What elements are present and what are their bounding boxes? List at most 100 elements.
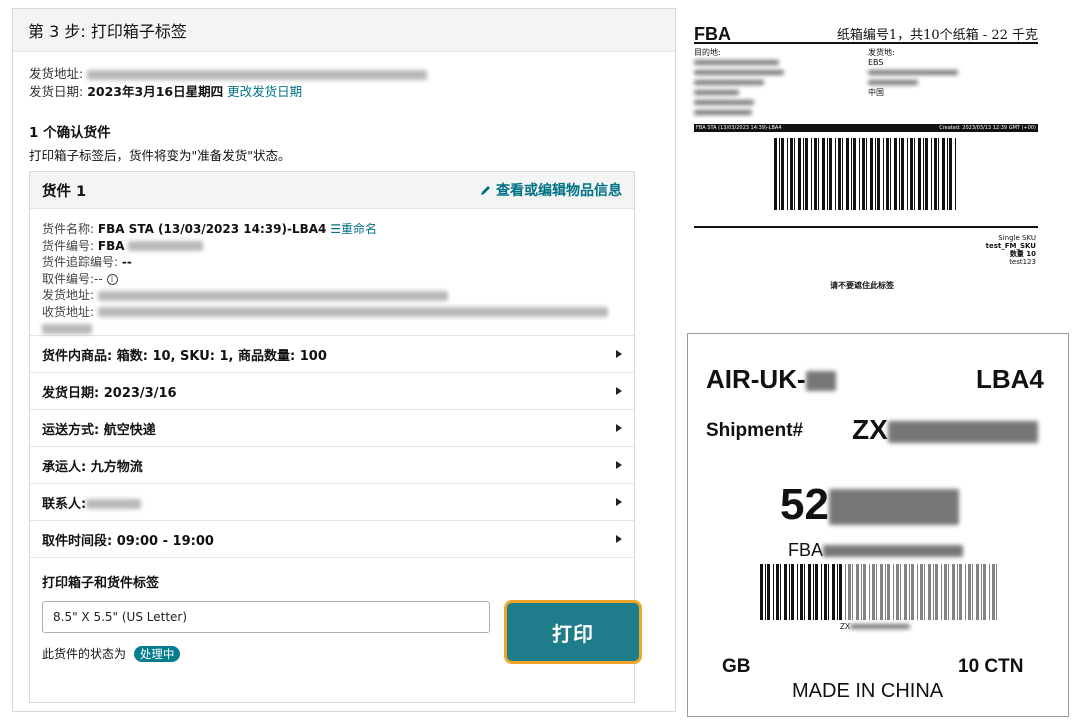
barcode-bar xyxy=(896,564,899,620)
barcode-bar xyxy=(983,564,986,620)
label1-top-rule xyxy=(694,42,1038,44)
barcode-bar xyxy=(907,138,908,210)
fba-box-label: FBA 纸箱编号1，共10个纸箱 - 22 千克 目的地: 发货地: EBS 中… xyxy=(690,14,1042,304)
label1-bottom-rule xyxy=(694,226,1038,228)
label1-header: 纸箱编号1，共10个纸箱 - 22 千克 xyxy=(836,28,1038,43)
origin-redacted-2 xyxy=(868,80,918,85)
shipment-id-value: FBA xyxy=(97,238,125,253)
row-pickup-window[interactable]: 取件时间段: 09:00 - 19:00 xyxy=(30,521,634,558)
rename-link[interactable]: ☰重命名 xyxy=(330,222,377,236)
barcode-bar xyxy=(835,138,836,210)
confirmed-title: 1 个确认货件 xyxy=(29,125,111,141)
barcode-bar xyxy=(900,564,901,620)
barcode-bar xyxy=(838,138,841,210)
carton-barcode xyxy=(760,564,997,620)
barcode-bar xyxy=(822,138,825,210)
barcode-bar xyxy=(933,564,934,620)
from-address-label: 发货地址: xyxy=(42,288,95,302)
label1-qty: 数量 10 xyxy=(1009,250,1036,258)
barcode-bar xyxy=(948,564,949,620)
barcode-bar xyxy=(968,564,971,620)
barcode-bar xyxy=(842,138,843,210)
barcode-bar xyxy=(800,564,803,620)
barcode-bar xyxy=(947,138,948,210)
label1-origin: 发货地: EBS 中国 xyxy=(868,48,958,98)
barcode-bar xyxy=(803,138,804,210)
barcode-bar xyxy=(848,564,851,620)
ship-from-label: 发货地址: xyxy=(29,66,84,81)
barcode-bar xyxy=(904,564,907,620)
barcode-bar xyxy=(832,564,835,620)
info-circle-icon[interactable]: i xyxy=(106,273,118,285)
dest-redacted-2 xyxy=(694,70,784,75)
barcode-bar xyxy=(875,138,876,210)
barcode-bar xyxy=(839,564,842,620)
route-code: AIR-UK- xyxy=(706,364,836,395)
shipment-id-line: 货件编号: FBA xyxy=(42,238,622,255)
barcode-bar xyxy=(887,564,890,620)
row-carrier[interactable]: 承运人: 九方物流 xyxy=(30,447,634,484)
ship-date-label: 发货日期: xyxy=(29,84,84,99)
barcode-bar xyxy=(885,564,886,620)
barcode-bar xyxy=(780,564,781,620)
dest-redacted-1 xyxy=(694,60,779,65)
made-in: MADE IN CHINA xyxy=(792,680,944,702)
shipment-label: Shipment# xyxy=(706,420,804,441)
barcode-bar xyxy=(992,564,995,620)
label-size-value: 8.5" X 5.5" (US Letter) xyxy=(53,610,188,624)
barcode-bar xyxy=(957,564,958,620)
barcode-bar xyxy=(765,564,766,620)
barcode-caption-redacted xyxy=(850,624,911,630)
label1-sku-extra: test123 xyxy=(1009,258,1036,266)
barcode-bar xyxy=(917,564,918,620)
carton-count: 10 CTN xyxy=(958,656,1024,677)
barcode-bar xyxy=(876,564,877,620)
status-badge: 处理中 xyxy=(133,646,181,662)
barcode-bar xyxy=(883,138,884,210)
label1-from-line1: EBS xyxy=(868,58,884,67)
row-items[interactable]: 货件内商品: 箱数: 10, SKU: 1, 商品数量: 100 xyxy=(30,336,634,373)
barcode-bar xyxy=(767,564,770,620)
label1-strip-right: Created: 2023/03/13 12:39 GMT (+00) xyxy=(939,125,1036,131)
barcode-bar xyxy=(760,564,763,620)
row-contact[interactable]: 联系人: xyxy=(30,484,634,521)
barcode-bar xyxy=(827,138,828,210)
barcode-bar xyxy=(828,564,829,620)
barcode-bar xyxy=(899,138,900,210)
row-ship-date[interactable]: 发货日期: 2023/3/16 xyxy=(30,373,634,410)
barcode-bar xyxy=(911,564,914,620)
ship-date-value: 2023年3月16日星期四 xyxy=(87,84,224,99)
label1-sku-block: Single SKU test_FM_SKU 数量 10 test123 xyxy=(986,234,1036,266)
label-size-select[interactable]: 8.5" X 5.5" (US Letter) xyxy=(42,601,490,633)
barcode-bar xyxy=(942,138,945,210)
edit-items-link[interactable]: 查看或编辑物品信息 xyxy=(480,180,622,200)
barcode-bar xyxy=(923,138,924,210)
shipment-name-value: FBA STA (13/03/2023 14:39)-LBA4 xyxy=(97,222,327,236)
barcode-bar xyxy=(890,138,891,210)
route-code-text: AIR-UK- xyxy=(706,364,806,394)
barcode-bar xyxy=(920,564,923,620)
barcode-bar xyxy=(781,138,784,210)
print-button[interactable]: 打印 xyxy=(504,600,642,664)
label1-notice: 请不要遮住此标签 xyxy=(830,281,894,290)
dest-redacted-5 xyxy=(694,100,754,105)
row-pickup-window-label: 取件时间段: 09:00 - 19:00 xyxy=(42,533,214,549)
barcode-bar xyxy=(976,564,979,620)
barcode-bar xyxy=(853,138,856,210)
barcode-bar xyxy=(981,564,982,620)
barcode-bar xyxy=(877,138,880,210)
label1-from-label: 发货地: xyxy=(868,48,895,57)
shipment-id-redacted xyxy=(128,241,204,251)
barcode-bar xyxy=(789,564,790,620)
pickup-value: -- xyxy=(94,271,103,286)
to-address-redacted xyxy=(97,307,608,317)
to-address-label: 收货地址: xyxy=(42,304,95,319)
tracking-line: 货件追踪编号: -- xyxy=(42,254,622,271)
barcode-bar xyxy=(925,138,928,210)
barcode-bar xyxy=(910,138,913,210)
change-ship-date-link[interactable]: 更改发货日期 xyxy=(227,84,302,99)
barcode-bar xyxy=(790,138,793,210)
barcode-bar xyxy=(952,564,955,620)
row-shipping-method[interactable]: 运送方式: 航空快递 xyxy=(30,410,634,447)
barcode-bar xyxy=(821,564,822,620)
